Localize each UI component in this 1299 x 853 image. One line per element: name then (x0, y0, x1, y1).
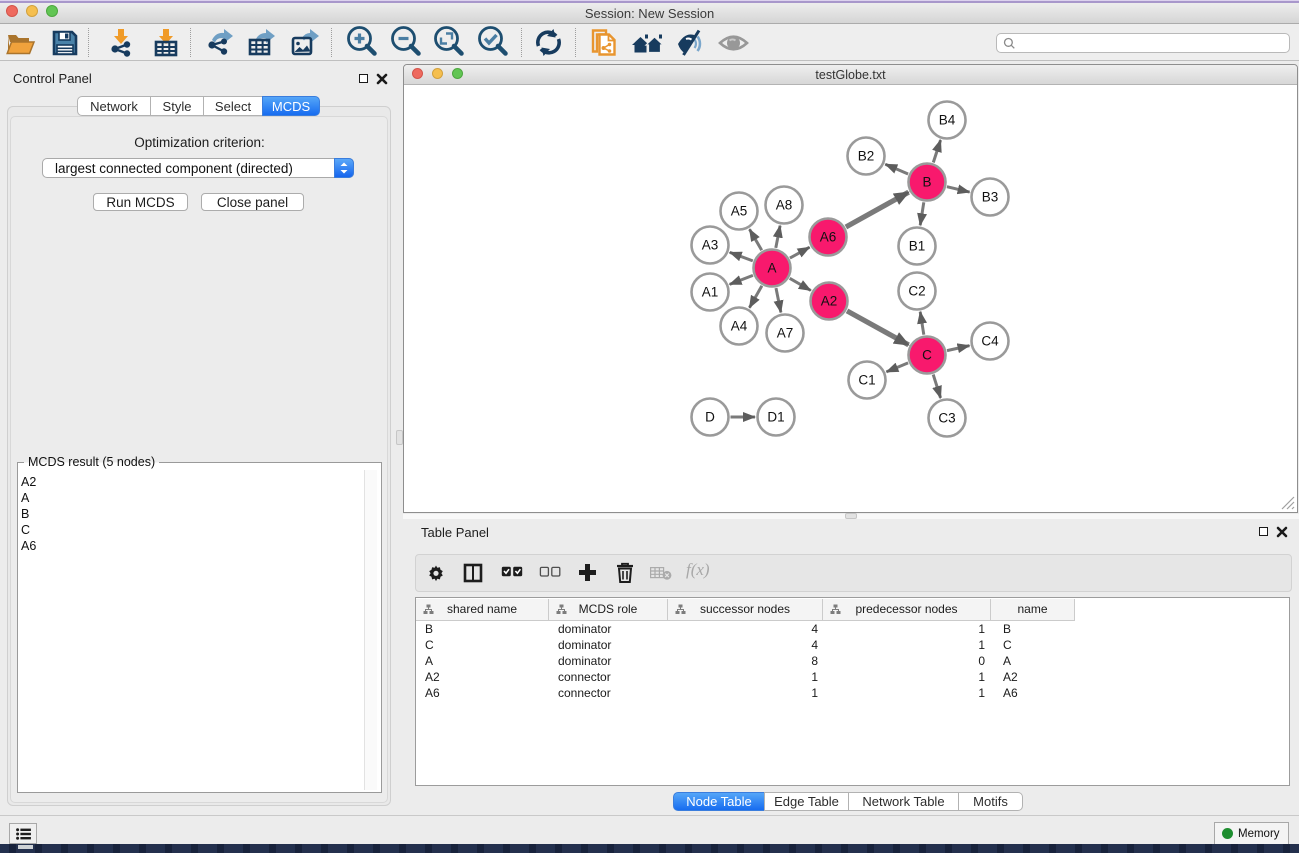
svg-text:C3: C3 (938, 411, 955, 426)
svg-text:A5: A5 (731, 204, 748, 219)
svg-text:C4: C4 (981, 334, 999, 349)
svg-text:B: B (922, 175, 931, 190)
svg-text:C2: C2 (908, 284, 925, 299)
svg-text:A: A (767, 261, 776, 276)
svg-text:A2: A2 (821, 294, 838, 309)
svg-text:A7: A7 (777, 326, 794, 341)
svg-text:B4: B4 (939, 113, 956, 128)
svg-text:A8: A8 (776, 198, 793, 213)
svg-text:A3: A3 (702, 238, 719, 253)
svg-text:C1: C1 (858, 373, 875, 388)
svg-text:D1: D1 (767, 410, 784, 425)
svg-text:A4: A4 (731, 319, 748, 334)
svg-text:A1: A1 (702, 285, 719, 300)
svg-text:B2: B2 (858, 149, 875, 164)
svg-text:C: C (922, 348, 932, 363)
svg-text:B3: B3 (982, 190, 999, 205)
svg-text:D: D (705, 410, 715, 425)
svg-text:A6: A6 (820, 230, 837, 245)
svg-text:B1: B1 (909, 239, 926, 254)
